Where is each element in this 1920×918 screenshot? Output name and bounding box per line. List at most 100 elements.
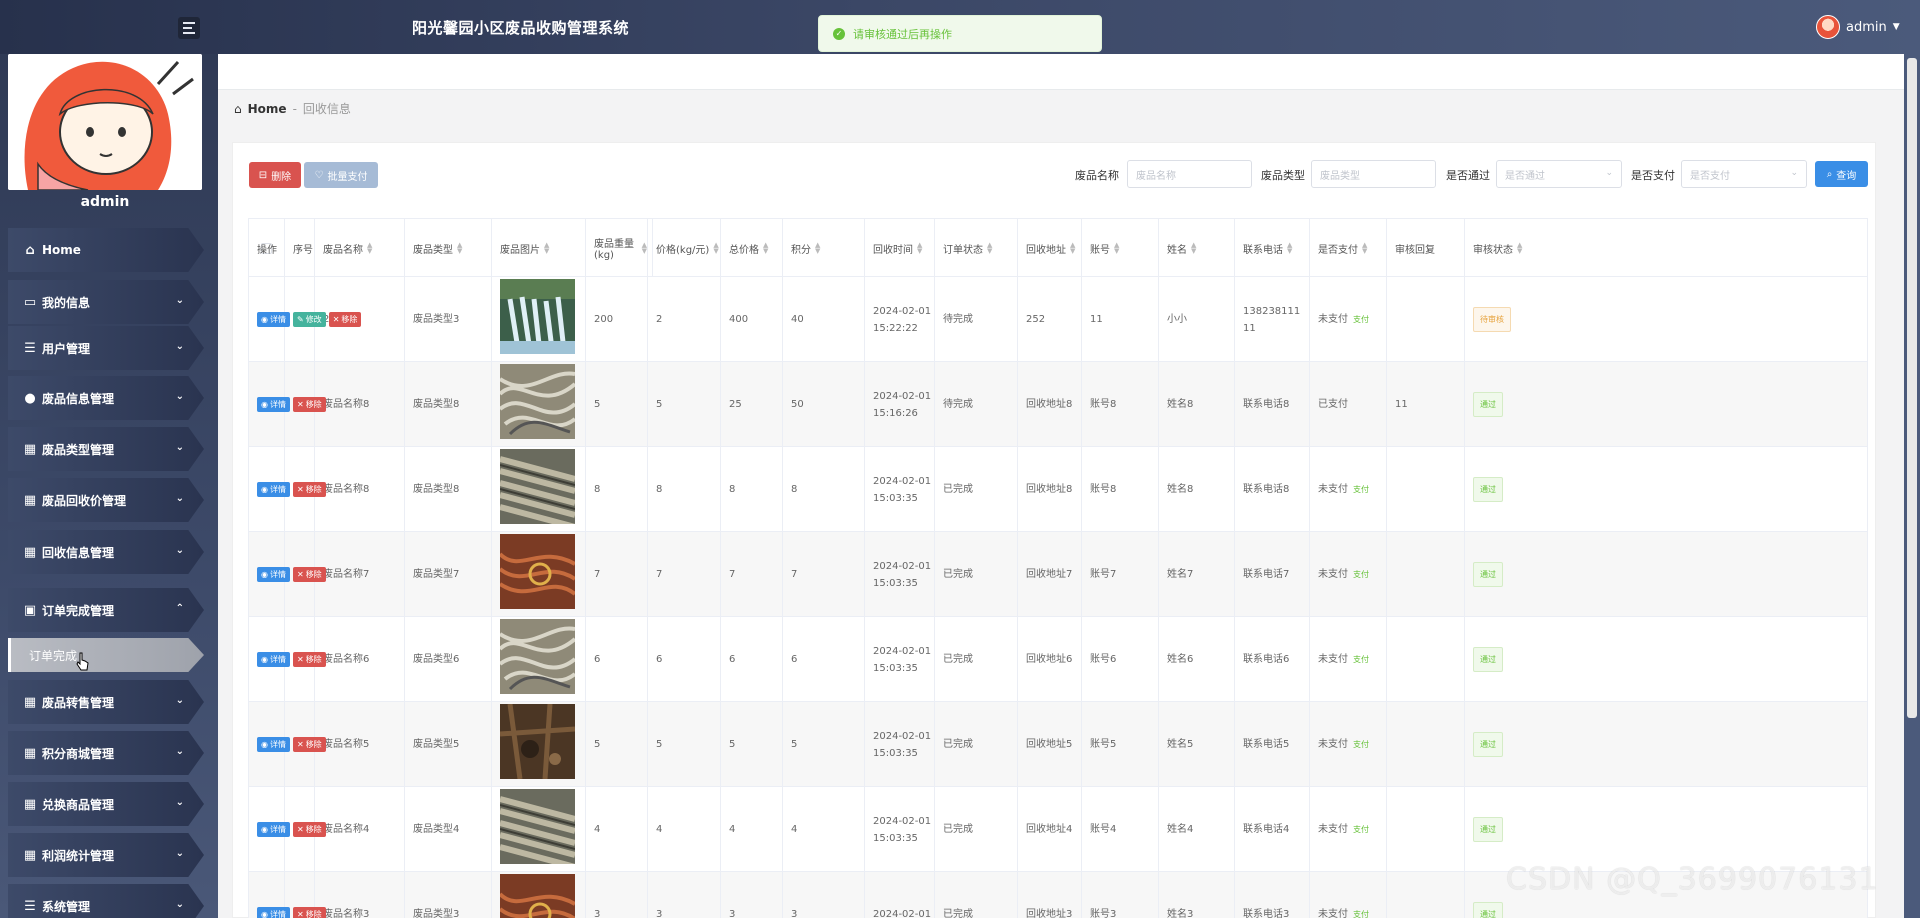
filter-pass-select[interactable]: 是否通过 ⌄ bbox=[1496, 160, 1622, 188]
column-header[interactable]: 联系电话 ▲ ▼ bbox=[1235, 219, 1310, 277]
table-row[interactable]: 122废品类型32002400402024-02-0115:22:22待完成25… bbox=[249, 277, 1867, 362]
detail-button[interactable]: ◉ 详情 bbox=[257, 737, 290, 752]
remove-button[interactable]: ✕ 移除 bbox=[292, 652, 326, 667]
sidebar-subitem-order-complete[interactable]: 订单完成 bbox=[8, 638, 204, 672]
sort-icon[interactable]: ▲ ▼ bbox=[1287, 242, 1292, 255]
filter-name-input[interactable]: 废品名称 bbox=[1127, 160, 1252, 188]
page-scrollbar[interactable] bbox=[1904, 54, 1920, 918]
sidebar-item-exchange[interactable]: ▦ 兑换商品管理 ⌄ bbox=[8, 782, 204, 826]
search-button[interactable]: ⌕ 查询 bbox=[1815, 161, 1868, 187]
column-header[interactable]: 账号 ▲ ▼ bbox=[1082, 219, 1159, 277]
user-menu[interactable]: admin ▼ bbox=[1816, 15, 1900, 39]
cell-audit-reply bbox=[1387, 617, 1465, 702]
pay-link[interactable]: 支付 bbox=[1353, 651, 1369, 668]
table-row[interactable]: 4废品名称7废品类型777772024-02-0115:03:35已完成回收地址… bbox=[249, 532, 1867, 617]
detail-button[interactable]: ◉ 详情 bbox=[257, 822, 290, 837]
remove-button[interactable]: ✕ 移除 bbox=[328, 312, 362, 327]
close-icon: ✕ bbox=[296, 825, 304, 834]
sort-icon[interactable]: ▲ ▼ bbox=[815, 242, 820, 255]
column-header[interactable]: 回收地址 ▲ ▼ bbox=[1018, 219, 1082, 277]
remove-button[interactable]: ✕ 移除 bbox=[292, 822, 326, 837]
remove-button-label: 移除 bbox=[305, 400, 322, 409]
recycle-date-text: 2024-02-01 bbox=[873, 645, 932, 657]
filter-paid-select[interactable]: 是否支付 ⌄ bbox=[1681, 160, 1807, 188]
pay-link[interactable]: 支付 bbox=[1353, 566, 1369, 583]
pay-link[interactable]: 支付 bbox=[1353, 906, 1369, 918]
remove-button[interactable]: ✕ 移除 bbox=[292, 482, 326, 497]
column-header[interactable]: 积分 ▲ ▼ bbox=[783, 219, 865, 277]
column-header[interactable]: 审核回复 bbox=[1387, 219, 1465, 277]
phone-line-1: 联系电话7 bbox=[1243, 569, 1290, 580]
sidebar-item-recycle-price[interactable]: ▦ 废品回收价管理 ⌄ bbox=[8, 478, 204, 522]
cell-order-status-text: 已完成 bbox=[943, 484, 973, 495]
table-row[interactable]: 7废品名称4废品类型444442024-02-0115:03:35已完成回收地址… bbox=[249, 787, 1867, 872]
phone: 联系电话8 bbox=[1243, 481, 1289, 498]
cell-name: 姓名5 bbox=[1159, 702, 1235, 787]
edit-button-label: 修改 bbox=[305, 315, 322, 324]
sort-icon[interactable]: ▲ ▼ bbox=[713, 242, 718, 255]
sidebar-item-waste-type[interactable]: ▦ 废品类型管理 ⌄ bbox=[8, 427, 204, 471]
detail-button-label: 详情 bbox=[269, 910, 286, 918]
cell-price: 5 bbox=[648, 702, 721, 787]
edit-button[interactable]: ✎ 修改 bbox=[292, 312, 326, 327]
column-header[interactable]: 价格(kg/元) ▲ ▼ bbox=[648, 219, 721, 277]
sidebar-item-recycle-info[interactable]: ▦ 回收信息管理 ⌄ bbox=[8, 530, 204, 574]
pay-link[interactable]: 支付 bbox=[1353, 311, 1369, 328]
column-header[interactable]: 订单状态 ▲ ▼ bbox=[935, 219, 1018, 277]
detail-button[interactable]: ◉ 详情 bbox=[257, 397, 290, 412]
row-actions: ◉ 详情 ✕ 移除 bbox=[257, 397, 326, 412]
sort-icon[interactable]: ▲ ▼ bbox=[1362, 242, 1367, 255]
grid-icon: ▦ bbox=[23, 745, 37, 761]
table-row[interactable]: 3废品名称8废品类型888882024-02-0115:03:35已完成回收地址… bbox=[249, 447, 1867, 532]
delete-button[interactable]: ⊟ 删除 bbox=[249, 162, 301, 188]
sort-icon[interactable]: ▲ ▼ bbox=[917, 242, 922, 255]
column-header[interactable]: 总价格 ▲ ▼ bbox=[721, 219, 783, 277]
column-header[interactable]: 是否支付 ▲ ▼ bbox=[1310, 219, 1387, 277]
sidebar-item-points-mall[interactable]: ▦ 积分商城管理 ⌄ bbox=[8, 731, 204, 775]
pay-link[interactable]: 支付 bbox=[1353, 821, 1369, 838]
list-icon: ☰ bbox=[24, 340, 36, 356]
detail-button[interactable]: ◉ 详情 bbox=[257, 482, 290, 497]
sort-icon[interactable]: ▲ ▼ bbox=[1191, 242, 1196, 255]
sidebar-item-order-complete[interactable]: ▣ 订单完成管理 ⌃ bbox=[8, 588, 204, 632]
pay-link[interactable]: 支付 bbox=[1353, 481, 1369, 498]
remove-button[interactable]: ✕ 移除 bbox=[292, 907, 326, 918]
remove-button[interactable]: ✕ 移除 bbox=[292, 737, 326, 752]
breadcrumb: ⌂ Home - 回收信息 bbox=[234, 100, 351, 117]
breadcrumb-home[interactable]: Home bbox=[248, 102, 287, 116]
scrollbar-thumb[interactable] bbox=[1907, 58, 1917, 718]
sidebar-item-system[interactable]: ☰ 系统管理 ⌄ bbox=[8, 884, 204, 918]
column-header[interactable]: 操作 bbox=[249, 219, 653, 277]
detail-button[interactable]: ◉ 详情 bbox=[257, 652, 290, 667]
sort-icon[interactable]: ▲ ▼ bbox=[763, 242, 768, 255]
detail-button[interactable]: ◉ 详情 bbox=[257, 567, 290, 582]
table-row[interactable]: 5废品名称6废品类型666662024-02-0115:03:35已完成回收地址… bbox=[249, 617, 1867, 702]
column-header[interactable]: 姓名 ▲ ▼ bbox=[1159, 219, 1235, 277]
column-header-label: 账号 bbox=[1090, 244, 1110, 256]
detail-button[interactable]: ◉ 详情 bbox=[257, 907, 290, 918]
sidebar-item-waste-info[interactable]: ● 废品信息管理 ⌄ bbox=[8, 376, 204, 420]
table-row[interactable]: 6废品名称5废品类型555552024-02-0115:03:35已完成回收地址… bbox=[249, 702, 1867, 787]
detail-button[interactable]: ◉ 详情 bbox=[257, 312, 290, 327]
phone-line-2: 11 bbox=[1243, 322, 1256, 334]
sidebar-item-home[interactable]: ⌂ Home bbox=[8, 228, 204, 272]
sidebar-item-my-info[interactable]: ▭ 我的信息 ⌄ bbox=[8, 280, 204, 324]
table-header: 序号 废品名称 ▲ ▼ 废品类型 ▲ ▼ 废品图片 ▲ ▼ 废品重量(kg) ▲ ▼ 价格(kg/元) ▲ ▼… bbox=[249, 219, 1867, 277]
pay-link[interactable]: 支付 bbox=[1353, 736, 1369, 753]
sort-icon[interactable]: ▲ ▼ bbox=[1517, 242, 1522, 255]
column-header[interactable]: 回收时间 ▲ ▼ bbox=[865, 219, 935, 277]
remove-button[interactable]: ✕ 移除 bbox=[292, 567, 326, 582]
remove-button[interactable]: ✕ 移除 bbox=[292, 397, 326, 412]
sort-icon[interactable]: ▲ ▼ bbox=[1070, 242, 1075, 255]
sort-icon[interactable]: ▲ ▼ bbox=[1114, 242, 1119, 255]
table-row[interactable]: 2废品名称8废品类型85525502024-02-0115:16:26待完成回收… bbox=[249, 362, 1867, 447]
sidebar-item-profit[interactable]: ▦ 利润统计管理 ⌄ bbox=[8, 833, 204, 877]
menu-toggle-icon[interactable] bbox=[178, 17, 200, 39]
sidebar-item-users[interactable]: ☰ 用户管理 ⌄ bbox=[8, 326, 204, 370]
column-header[interactable]: 审核状态 ▲ ▼ bbox=[1465, 219, 1867, 277]
sort-icon[interactable]: ▲ ▼ bbox=[987, 242, 992, 255]
sidebar-item-resale[interactable]: ▦ 废品转售管理 ⌄ bbox=[8, 680, 204, 724]
batch-pay-button[interactable]: ♡ 批量支付 bbox=[304, 162, 378, 188]
cell-name: 姓名7 bbox=[1159, 532, 1235, 617]
filter-type-input[interactable]: 废品类型 bbox=[1311, 160, 1436, 188]
